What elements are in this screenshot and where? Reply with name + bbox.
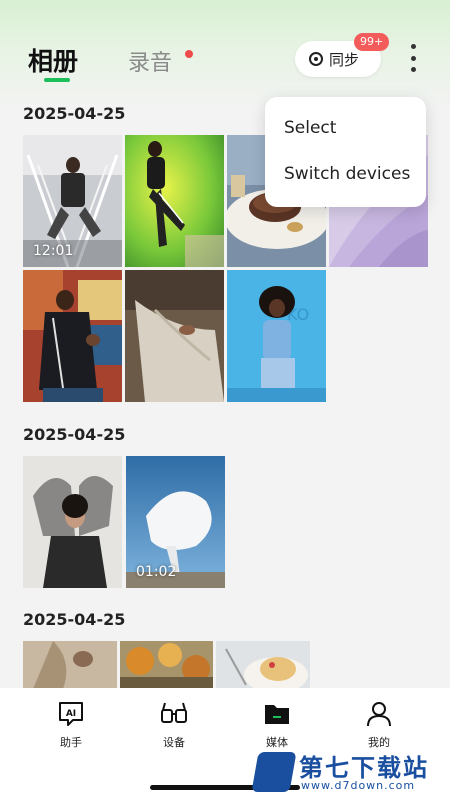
sync-label: 同步 xyxy=(329,50,360,69)
nav-label-devices: 设备 xyxy=(163,736,185,749)
photo-autumn-leaves xyxy=(120,641,213,689)
section-date-3: 2025-04-25 xyxy=(23,610,126,629)
options-dropdown-menu: Select Switch devices xyxy=(265,97,426,207)
person-icon xyxy=(365,700,393,728)
section-date-1: 2025-04-25 xyxy=(23,104,126,123)
more-dot-icon xyxy=(410,44,416,49)
media-thumbnail[interactable] xyxy=(120,641,213,689)
media-thumbnail[interactable] xyxy=(125,270,224,402)
tab-album[interactable]: 相册 xyxy=(28,42,78,78)
media-thumbnail[interactable]: 01:02 xyxy=(126,456,225,588)
ai-assistant-icon: AI xyxy=(57,700,85,728)
folder-icon xyxy=(263,700,291,728)
menu-item-switch-devices[interactable]: Switch devices xyxy=(284,164,410,184)
watermark-logo-icon xyxy=(251,752,297,792)
photo-varsity-jacket xyxy=(23,270,122,402)
media-thumbnail[interactable] xyxy=(23,641,117,689)
photo-beige-coat xyxy=(23,641,117,689)
photo-cake xyxy=(216,641,310,689)
watermark-url: www.d7down.com xyxy=(301,779,416,792)
nav-label-assistant: 助手 xyxy=(60,736,82,749)
media-thumbnail[interactable] xyxy=(216,641,310,689)
tab-active-indicator xyxy=(44,78,70,82)
nav-item-devices[interactable]: 设备 xyxy=(144,700,204,750)
menu-item-select[interactable]: Select xyxy=(284,118,336,138)
more-options-button[interactable] xyxy=(406,44,420,72)
section-date-2: 2025-04-25 xyxy=(23,425,126,444)
watermark: 第七下载站 www.d7down.com xyxy=(251,748,445,796)
nav-item-assistant[interactable]: AI 助手 xyxy=(41,700,101,750)
svg-text:AI: AI xyxy=(66,709,76,719)
more-dot-icon xyxy=(410,67,416,72)
sync-count-badge: 99+ xyxy=(354,33,390,51)
media-thumbnail[interactable] xyxy=(23,270,122,402)
sync-icon xyxy=(309,52,323,66)
photo-sheer-sleeves xyxy=(23,456,122,588)
media-thumbnail[interactable]: 12:01 xyxy=(23,135,122,267)
watermark-title: 第七下载站 xyxy=(299,754,429,782)
media-thumbnail[interactable] xyxy=(125,135,224,267)
media-thumbnail[interactable] xyxy=(23,456,122,588)
header: 相册 录音 同步 99+ xyxy=(0,0,450,100)
video-duration: 12:01 xyxy=(33,243,74,259)
recording-notification-dot xyxy=(185,50,193,58)
photo-blue-wall: KO xyxy=(227,270,326,402)
video-duration: 01:02 xyxy=(136,564,177,580)
tab-recording[interactable]: 录音 xyxy=(128,45,172,77)
glasses-icon xyxy=(160,700,188,728)
photo-tracksuit-green xyxy=(125,135,224,267)
more-dot-icon xyxy=(410,55,416,61)
media-thumbnail[interactable]: KO xyxy=(227,270,326,402)
nav-item-profile[interactable]: 我的 xyxy=(349,700,409,750)
nav-item-media[interactable]: 媒体 xyxy=(247,700,307,750)
photo-couch xyxy=(125,270,224,402)
